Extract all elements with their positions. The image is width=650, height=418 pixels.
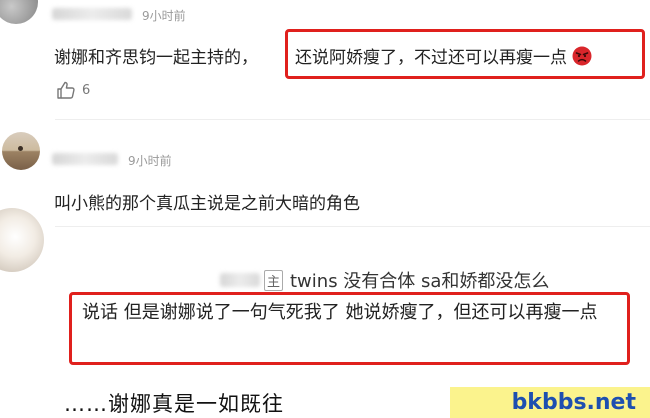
username-blurred[interactable] bbox=[52, 153, 118, 165]
comment-text: 谢娜和齐思钧一起主持的， bbox=[54, 48, 258, 68]
username-blurred bbox=[220, 273, 260, 287]
divider bbox=[55, 119, 650, 120]
divider bbox=[55, 226, 650, 227]
watermark: bkbbs.net bbox=[450, 387, 650, 418]
username-blurred[interactable] bbox=[52, 8, 132, 20]
partial-label: 主 bbox=[264, 270, 284, 291]
like-count: 6 bbox=[82, 82, 91, 98]
avatar[interactable] bbox=[2, 132, 40, 170]
quote-text: 说话 但是谢娜说了一句气死我了 她说娇瘦了，但还可以再瘦一点 bbox=[82, 302, 598, 323]
watermark-text: bkbbs.net bbox=[511, 390, 636, 415]
highlighted-text: 还说阿娇瘦了，不过还可以再瘦一点 bbox=[295, 48, 567, 68]
comment-text: 叫小熊的那个真瓜主说是之前大暗的角色 bbox=[54, 194, 360, 214]
like-button[interactable]: 6 bbox=[56, 80, 90, 100]
comment-highlight-text: 还说阿娇瘦了，不过还可以再瘦一点 bbox=[295, 43, 592, 68]
avatar[interactable] bbox=[0, 0, 38, 24]
caption-text: ……谢娜真是一如既往 bbox=[64, 392, 284, 416]
thumbs-up-icon bbox=[57, 81, 75, 99]
avatar[interactable] bbox=[0, 208, 44, 272]
angry-face-icon bbox=[572, 46, 592, 66]
comment-time: 9小时前 bbox=[128, 154, 172, 168]
comment-time: 9小时前 bbox=[142, 9, 186, 23]
quote-line: twins 没有合体 sa和娇都没怎么 bbox=[290, 271, 550, 292]
